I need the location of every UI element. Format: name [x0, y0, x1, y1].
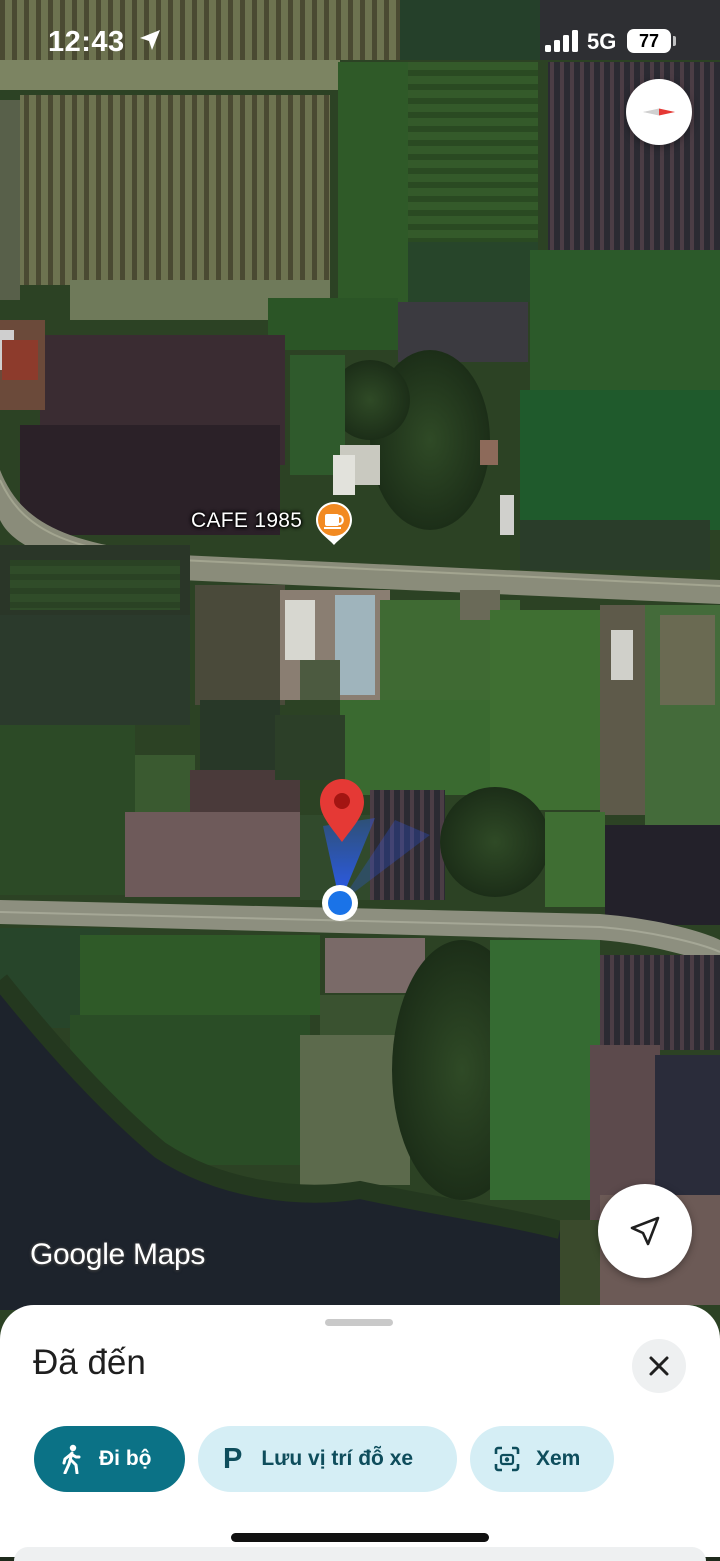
poi-label[interactable]: CAFE 1985 — [191, 509, 302, 533]
compass-button[interactable] — [626, 79, 692, 145]
cellular-signal-icon — [545, 30, 578, 52]
save-parking-chip-button[interactable]: P Lưu vị trí đỗ xe — [198, 1426, 457, 1492]
location-services-icon — [140, 30, 160, 50]
battery-icon: 77 — [627, 29, 671, 53]
coffee-cup-icon[interactable] — [314, 500, 354, 546]
network-type: 5G — [587, 29, 617, 54]
close-button[interactable] — [632, 1339, 686, 1393]
walking-person-icon — [62, 1444, 81, 1474]
parking-p-icon: P — [223, 1442, 243, 1475]
recenter-button[interactable] — [598, 1184, 692, 1278]
view-chip-button[interactable]: Xem — [470, 1426, 614, 1492]
sheet-title: Đã đến — [33, 1343, 146, 1382]
google-maps-logo: Google Maps — [30, 1238, 206, 1271]
next-section-edge — [14, 1547, 706, 1561]
arrival-bottom-sheet: Đã đến Đi bộ P Lưu vị trí đỗ xe Xem — [0, 1305, 720, 1561]
status-time: 12:43 — [48, 26, 125, 58]
sheet-drag-handle[interactable] — [325, 1319, 393, 1326]
view-chip-label: Xem — [536, 1447, 581, 1470]
compass-needle-icon — [643, 108, 675, 116]
save-parking-chip-label: Lưu vị trí đỗ xe — [261, 1447, 414, 1470]
close-icon — [649, 1356, 669, 1376]
walk-chip-label: Đi bộ — [99, 1447, 152, 1470]
walk-chip-button[interactable]: Đi bộ — [34, 1426, 185, 1492]
status-bar: 12:43 5G 77 — [0, 0, 720, 80]
view-camera-icon — [494, 1446, 520, 1472]
battery-tip — [673, 36, 676, 46]
battery-level: 77 — [638, 31, 660, 51]
home-indicator[interactable] — [231, 1533, 489, 1542]
my-location-dot-icon — [322, 885, 358, 921]
navigation-arrow-icon — [630, 1216, 660, 1246]
